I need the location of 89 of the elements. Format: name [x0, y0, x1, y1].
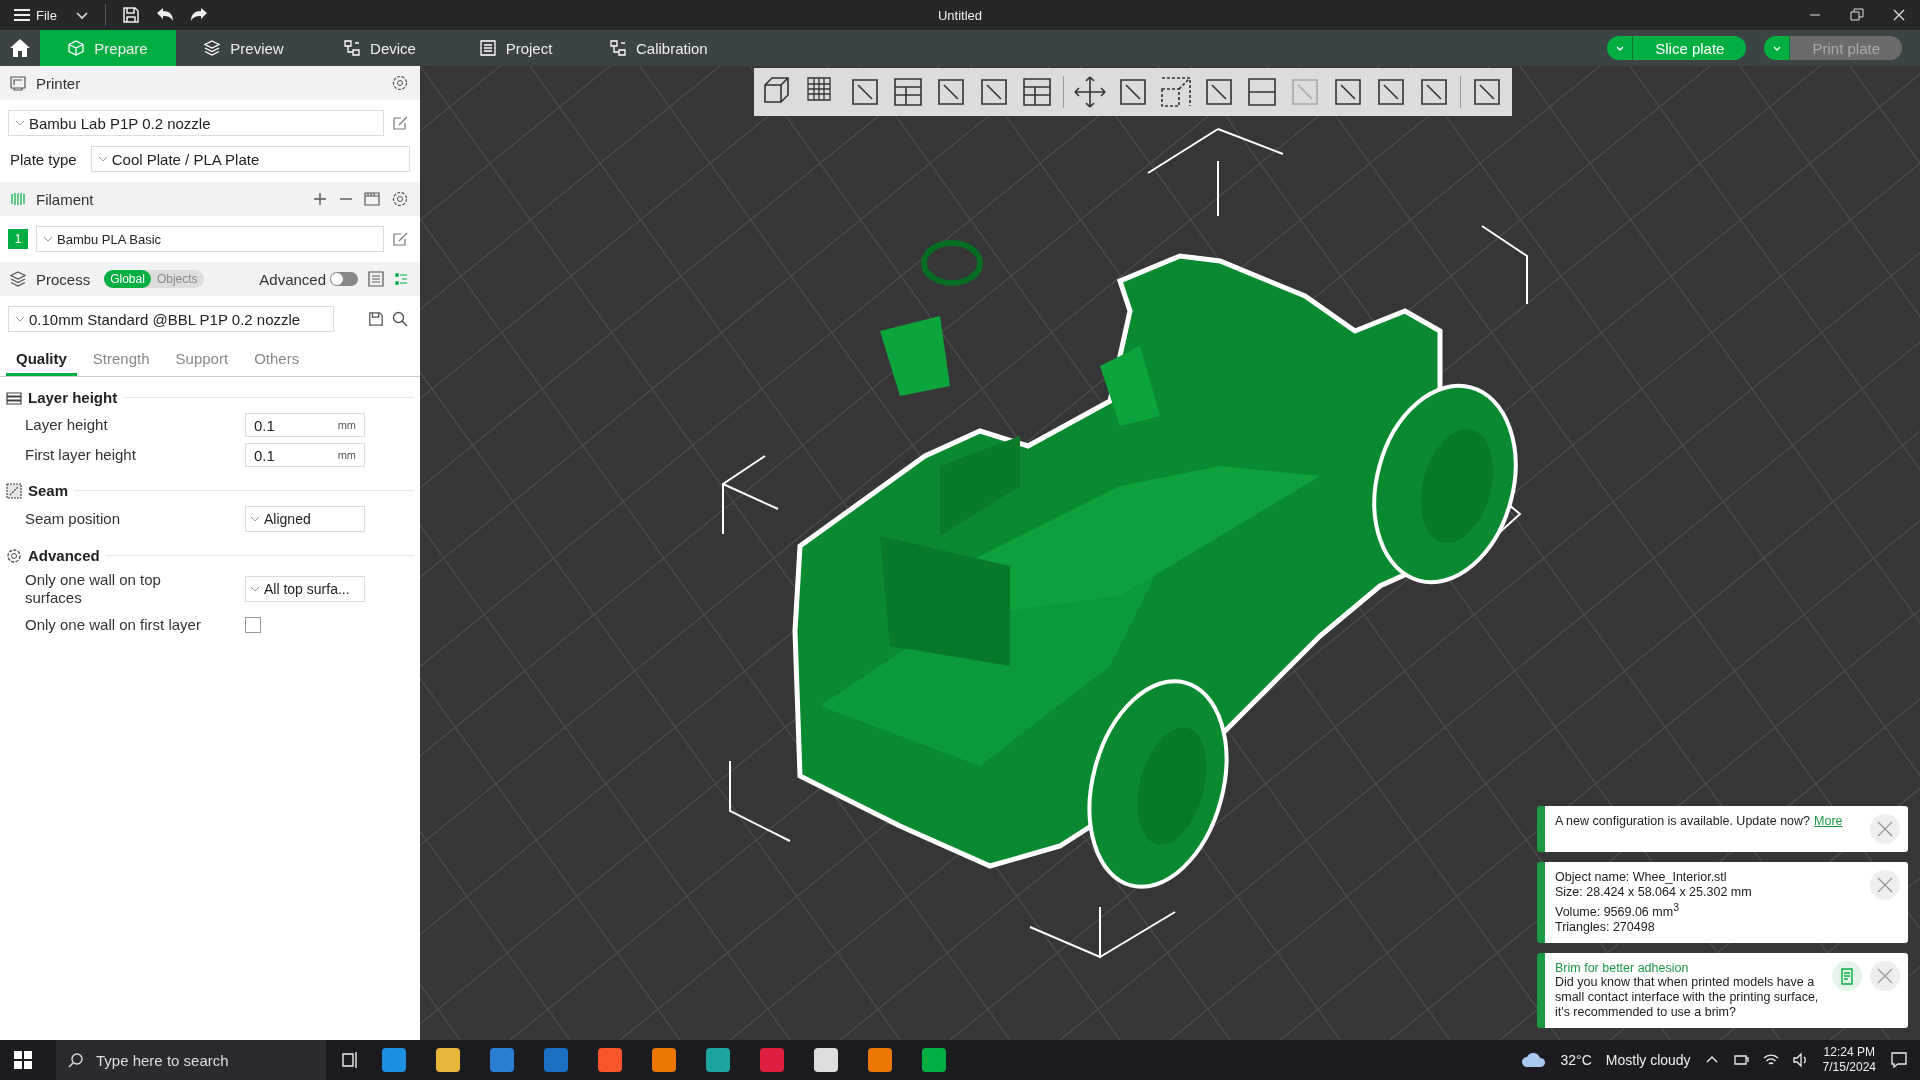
- object-info-line: Object name: Whee_Interior.stl: [1555, 869, 1728, 885]
- checkbox[interactable]: [245, 617, 261, 633]
- scale-icon[interactable]: [1159, 75, 1193, 109]
- edit-icon[interactable]: [392, 115, 408, 131]
- settings-tab[interactable]: Others: [244, 342, 310, 376]
- main-tab[interactable]: Device: [312, 30, 448, 66]
- group-title: Layer height: [28, 389, 118, 406]
- dropdown-button[interactable]: [1607, 36, 1634, 60]
- clock-time: 12:24 PM: [1823, 1045, 1875, 1060]
- compare-icon[interactable]: [394, 272, 408, 286]
- taskbar-search-field[interactable]: Type here to search: [56, 1040, 326, 1080]
- save-icon[interactable]: [368, 311, 384, 327]
- chevron-down-icon: [250, 584, 260, 594]
- save-icon[interactable]: [121, 6, 140, 24]
- process-preset-select[interactable]: 0.10mm Standard @BBL P1P 0.2 nozzle: [8, 306, 334, 332]
- spool-icon: [10, 191, 26, 207]
- setting-select[interactable]: Aligned: [245, 506, 365, 532]
- arrange-icon[interactable]: [891, 75, 925, 109]
- main-tab[interactable]: Project: [448, 30, 584, 66]
- chevron-down-icon: [15, 314, 25, 324]
- search-icon[interactable]: [392, 311, 408, 327]
- settings-icon[interactable]: [392, 191, 408, 207]
- settings-tab[interactable]: Strength: [82, 342, 160, 376]
- restore-icon[interactable]: [1850, 8, 1864, 22]
- plate-type-label: Plate type: [10, 150, 77, 168]
- object-info-line: Triangles: 270498: [1555, 920, 1656, 935]
- printer-icon: [10, 75, 26, 91]
- settings-icon[interactable]: [392, 75, 408, 91]
- section-title: Process: [36, 270, 91, 288]
- section-title: Printer: [36, 74, 81, 92]
- temperature-text: 32°C: [1560, 1052, 1592, 1068]
- chevron-down-icon: [97, 154, 108, 164]
- speaker-icon[interactable]: [1792, 1052, 1809, 1068]
- cube-icon: [68, 40, 85, 56]
- main-tab[interactable]: Calibration: [584, 30, 734, 66]
- chevron-down-icon: [15, 118, 25, 128]
- notification-text: A new configuration is available. Update now?: [1555, 813, 1811, 828]
- advanced-switch[interactable]: [330, 272, 358, 286]
- file-menu[interactable]: File: [12, 5, 59, 25]
- group-title: Advanced: [28, 547, 100, 564]
- main-tab[interactable]: Preview: [176, 30, 312, 66]
- dropdown-button[interactable]: [1764, 36, 1791, 60]
- battery-icon[interactable]: [1732, 1052, 1749, 1068]
- window-title: Untitled: [936, 7, 984, 23]
- menu-icon: [14, 9, 30, 21]
- cloud-icon: [1520, 1050, 1547, 1070]
- weather-text: Mostly cloudy: [1605, 1052, 1691, 1068]
- tip-text: Did you know that when printed models have a small contact interface with the printing surface, it's recommended to use a brim?: [1555, 975, 1820, 1020]
- seam-icon: [6, 482, 22, 499]
- chevron-down-icon: [43, 234, 53, 244]
- settings-tab[interactable]: Support: [165, 342, 239, 376]
- filament-select[interactable]: Bambu PLA Basic: [36, 226, 384, 252]
- chevron-down-icon: [250, 514, 260, 524]
- more-link[interactable]: More: [1814, 813, 1843, 828]
- plate-type-select[interactable]: Cool Plate / PLA Plate: [90, 146, 410, 172]
- task-view-icon[interactable]: [340, 1050, 360, 1070]
- device-icon: [610, 40, 626, 56]
- setting-label: Layer height: [25, 416, 109, 434]
- object-info-line: Size: 28.424 x 58.064 x 25.302 mm: [1555, 884, 1753, 900]
- setting-label: Only one wall on first layer: [25, 616, 202, 634]
- list-icon[interactable]: [368, 271, 384, 287]
- clipboard-icon[interactable]: [1832, 961, 1862, 991]
- cut-icon[interactable]: [1245, 75, 1279, 109]
- number-field[interactable]: 0.1 mm: [245, 443, 365, 467]
- list-icon: [479, 40, 496, 56]
- group-title: Seam: [28, 482, 69, 499]
- move-icon[interactable]: [1073, 75, 1107, 109]
- setting-label: Seam position: [25, 510, 122, 528]
- setting-label: Only one wall on top surfaces: [25, 571, 162, 607]
- gear-icon: [6, 547, 22, 564]
- add-icon[interactable]: [312, 191, 328, 207]
- setting-label: First layer height: [25, 446, 137, 464]
- clock-date: 7/15/2024: [1822, 1060, 1876, 1075]
- search-icon: [68, 1052, 84, 1068]
- setting-select[interactable]: All top surfa...: [245, 576, 365, 602]
- number-field[interactable]: 0.1 mm: [245, 413, 365, 437]
- ams-icon[interactable]: [364, 191, 382, 207]
- settings-tab[interactable]: Quality: [6, 342, 77, 376]
- home-icon: [9, 38, 31, 58]
- tip-title: Brim for better adhesion: [1555, 961, 1690, 975]
- notification-icon[interactable]: [1890, 1051, 1908, 1069]
- windows-start-icon[interactable]: [14, 1051, 32, 1069]
- section-title: Filament: [36, 190, 94, 208]
- printer-select[interactable]: Bambu Lab P1P 0.2 nozzle: [8, 110, 384, 136]
- advanced-label: Advanced: [259, 270, 326, 288]
- device-icon: [344, 40, 361, 56]
- edit-icon[interactable]: [392, 231, 408, 247]
- object-info-line: Volume: 9569.06 mm$^{3}$: [1555, 900, 1680, 920]
- close-icon[interactable]: [1892, 8, 1906, 22]
